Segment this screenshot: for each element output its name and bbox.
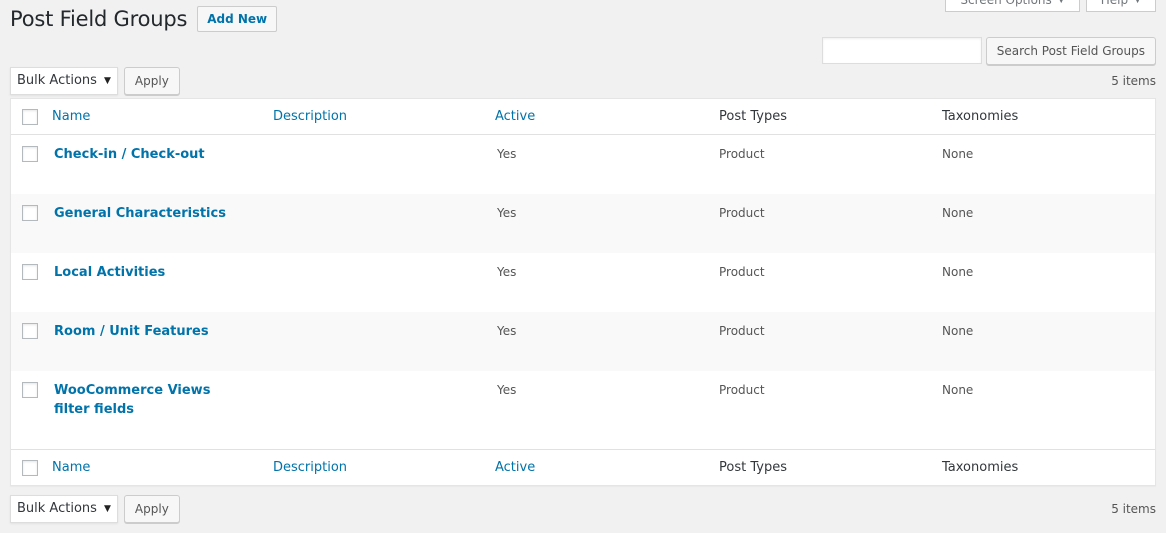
name-cell: Room / Unit Features	[51, 312, 273, 371]
row-checkbox[interactable]	[22, 205, 38, 221]
table-row: Check-in / Check-out Yes Product None	[11, 135, 1155, 194]
name-cell: Check-in / Check-out	[51, 135, 273, 194]
post-types-cell: Product	[719, 324, 765, 338]
search-input[interactable]	[821, 37, 982, 64]
column-header-name[interactable]: Name	[51, 109, 273, 124]
page-heading: Post Field Groups Add New	[10, 6, 278, 32]
post-types-cell: Product	[719, 147, 765, 161]
admin-page: Screen Options ▼ Help ▼ Post Field Group…	[0, 0, 1166, 533]
dropdown-arrow-icon: ▼	[104, 504, 111, 514]
table-row: Local Activities Yes Product None	[11, 253, 1155, 312]
description-cell	[273, 371, 495, 449]
row-checkbox[interactable]	[22, 146, 38, 162]
table-header-row: Name Description Active Post Types Taxon…	[11, 99, 1155, 135]
bulk-actions-select[interactable]: Bulk Actions ▼	[10, 495, 118, 523]
row-checkbox-cell	[11, 312, 51, 371]
page-title: Post Field Groups	[10, 7, 188, 31]
column-footer-name[interactable]: Name	[51, 460, 273, 475]
row-title-link[interactable]: Check-in / Check-out	[54, 145, 244, 164]
help-tab[interactable]: Help ▼	[1085, 0, 1156, 12]
select-all-checkbox[interactable]	[22, 459, 38, 476]
column-footer-post-types: Post Types	[719, 460, 787, 475]
post-types-cell: Product	[719, 383, 765, 397]
column-footer-active[interactable]: Active	[495, 460, 719, 475]
column-footer-description[interactable]: Description	[273, 460, 495, 475]
row-checkbox[interactable]	[22, 264, 38, 280]
taxonomies-cell: None	[942, 265, 974, 279]
table-row: Room / Unit Features Yes Product None	[11, 312, 1155, 371]
bulk-actions-value: Bulk Actions	[17, 73, 97, 88]
description-cell	[273, 194, 495, 253]
dropdown-arrow-icon: ▼	[104, 76, 111, 86]
active-cell: Yes	[497, 147, 517, 161]
table-footer-row: Name Description Active Post Types Taxon…	[11, 449, 1155, 485]
column-header-description[interactable]: Description	[273, 109, 495, 124]
row-checkbox[interactable]	[22, 382, 38, 398]
column-header-active[interactable]: Active	[495, 109, 719, 124]
row-title-link[interactable]: Local Activities	[54, 263, 244, 282]
screen-options-tab[interactable]: Screen Options ▼	[945, 0, 1080, 12]
select-all-checkbox[interactable]	[22, 108, 38, 125]
taxonomies-cell: None	[942, 206, 974, 220]
column-footer-taxonomies: Taxonomies	[942, 460, 1019, 475]
add-new-button[interactable]: Add New	[197, 6, 278, 32]
bulk-actions-value: Bulk Actions	[17, 501, 97, 516]
description-cell	[273, 135, 495, 194]
row-title-link[interactable]: WooCommerce Views filter fields	[54, 381, 244, 419]
apply-button[interactable]: Apply	[123, 495, 180, 523]
row-title-link[interactable]: Room / Unit Features	[54, 322, 244, 341]
row-checkbox[interactable]	[22, 323, 38, 339]
search-button[interactable]: Search Post Field Groups	[985, 37, 1156, 65]
column-header-post-types: Post Types	[719, 109, 787, 124]
active-cell: Yes	[497, 383, 517, 397]
search-box: Search Post Field Groups	[821, 37, 1156, 65]
active-cell: Yes	[497, 265, 517, 279]
name-cell: Local Activities	[51, 253, 273, 312]
screen-options-label: Screen Options	[960, 0, 1051, 11]
taxonomies-cell: None	[942, 324, 974, 338]
description-cell	[273, 312, 495, 371]
items-count: 5 items	[1111, 74, 1156, 88]
row-checkbox-cell	[11, 371, 51, 449]
taxonomies-cell: None	[942, 383, 974, 397]
column-header-taxonomies: Taxonomies	[942, 109, 1019, 124]
tablenav-top: Bulk Actions ▼ Apply 5 items	[10, 67, 1156, 95]
name-cell: WooCommerce Views filter fields	[51, 371, 273, 449]
post-types-cell: Product	[719, 265, 765, 279]
tablenav-bottom: Bulk Actions ▼ Apply 5 items	[10, 495, 1156, 523]
bulk-actions-select[interactable]: Bulk Actions ▼	[10, 67, 118, 95]
taxonomies-cell: None	[942, 147, 974, 161]
row-checkbox-cell	[11, 253, 51, 312]
row-checkbox-cell	[11, 194, 51, 253]
post-types-cell: Product	[719, 206, 765, 220]
post-field-groups-table: Name Description Active Post Types Taxon…	[10, 98, 1156, 486]
name-cell: General Characteristics	[51, 194, 273, 253]
apply-button[interactable]: Apply	[123, 67, 180, 95]
help-label: Help	[1101, 0, 1128, 11]
caret-down-icon: ▼	[1134, 0, 1141, 11]
active-cell: Yes	[497, 324, 517, 338]
description-cell	[273, 253, 495, 312]
caret-down-icon: ▼	[1058, 0, 1065, 11]
items-count: 5 items	[1111, 502, 1156, 516]
row-checkbox-cell	[11, 135, 51, 194]
screen-meta-links: Screen Options ▼ Help ▼	[945, 0, 1156, 12]
table-row: General Characteristics Yes Product None	[11, 194, 1155, 253]
table-row: WooCommerce Views filter fields Yes Prod…	[11, 371, 1155, 449]
active-cell: Yes	[497, 206, 517, 220]
row-title-link[interactable]: General Characteristics	[54, 204, 244, 223]
